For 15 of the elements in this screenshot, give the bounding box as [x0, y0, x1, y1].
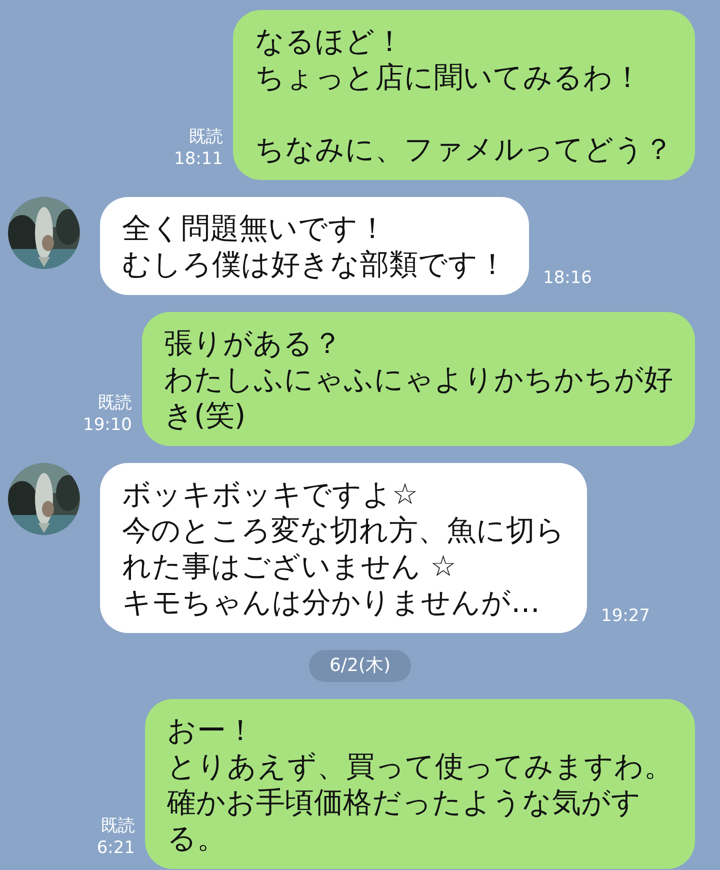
message-time: 18:16: [543, 266, 592, 290]
read-receipt: 既読: [101, 815, 135, 837]
message-time: 18:11: [174, 148, 223, 170]
message-text: 張りがある？ わたしふにゃふにゃよりかちかちが好 き(笑): [164, 325, 673, 433]
message-time: 19:27: [601, 604, 650, 628]
message-time: 6:21: [96, 837, 135, 859]
read-receipt: 既読: [189, 126, 223, 148]
message-text: なるほど！ ちょっと店に聞いてみるわ！: [255, 23, 643, 95]
message-text: おー！ とりあえず、買って使ってみますわ。 確かお手頃価格だったような気がす る。: [167, 712, 673, 856]
read-receipt: 既読: [98, 392, 132, 414]
message-text: ちなみに、ファメルってどう？: [255, 131, 673, 167]
message-text: 全く問題無いです！ むしろ僕は好きな部類です！: [122, 210, 507, 282]
date-label: 6/2(木): [309, 650, 410, 682]
message-text: ボッキボッキですよ☆ 今のところ変な切れ方、魚に切ら れた事はございません ☆ キモちゃんは分かりませんが…: [122, 476, 565, 620]
message-time: 19:10: [83, 414, 132, 436]
